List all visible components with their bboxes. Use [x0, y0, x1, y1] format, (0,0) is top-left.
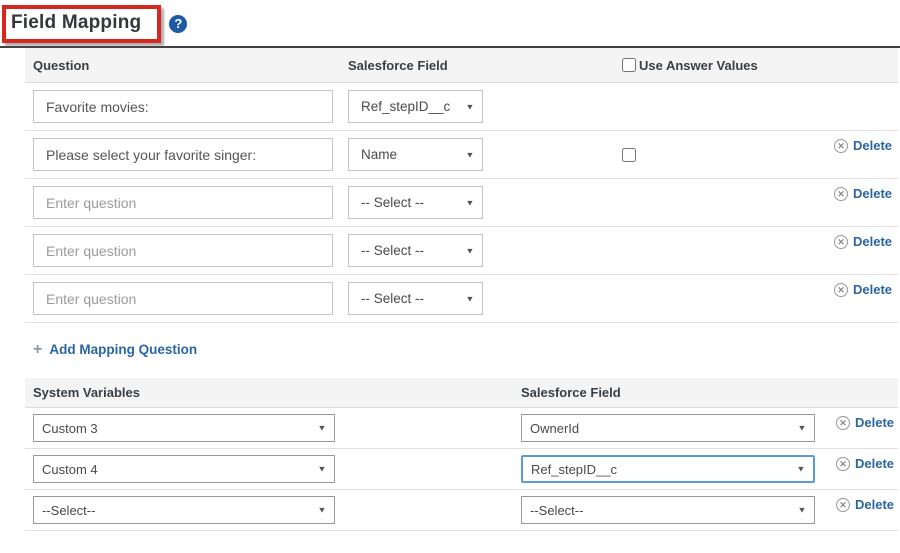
add-mapping-question-label: Add Mapping Question [49, 342, 197, 357]
salesforce-field-select-5[interactable]: -- Select -- [349, 283, 482, 314]
circle-x-icon: ✕ [836, 498, 850, 512]
system-variable-select-3[interactable]: --Select-- [34, 497, 334, 523]
system-variable-select-2[interactable]: Custom 4 [34, 456, 334, 482]
question-input-4[interactable] [33, 234, 333, 267]
salesforce-field-select-wrap-3: -- Select -- ▼ [348, 186, 483, 219]
question-input-5[interactable] [33, 282, 333, 315]
question-input-1[interactable] [33, 90, 333, 123]
system-row-1: Custom 3 ▼ OwnerId ▼ ✕ Delete [25, 408, 898, 449]
system-variable-select-1[interactable]: Custom 3 [34, 415, 334, 441]
question-row-1: Ref_stepID__c ▼ [25, 83, 898, 131]
salesforce-field-select-wrap-1: Ref_stepID__c ▼ [348, 90, 483, 123]
system-salesforce-field-select-wrap-3: --Select-- ▼ [521, 496, 815, 524]
plus-icon: + [33, 343, 42, 357]
delete-label: Delete [853, 234, 892, 249]
question-row-5: -- Select -- ▼ ✕ Delete [25, 275, 898, 323]
system-variable-select-wrap-1: Custom 3 ▼ [33, 414, 335, 442]
delete-label: Delete [855, 415, 894, 430]
salesforce-field-select-wrap-4: -- Select -- ▼ [348, 234, 483, 267]
salesforce-field-select-wrap-5: -- Select -- ▼ [348, 282, 483, 315]
salesforce-field-select-1[interactable]: Ref_stepID__c [349, 91, 482, 122]
salesforce-field-select-3[interactable]: -- Select -- [349, 187, 482, 218]
use-answer-values-header: Use Answer Values [622, 58, 834, 73]
system-salesforce-field-select-3[interactable]: --Select-- [522, 497, 814, 523]
use-answer-values-label: Use Answer Values [639, 58, 758, 73]
circle-x-icon: ✕ [834, 283, 848, 297]
delete-system-row-2-button[interactable]: ✕ Delete [836, 456, 894, 471]
system-row-3: --Select-- ▼ --Select-- ▼ ✕ Delete [25, 490, 898, 531]
question-row-3: -- Select -- ▼ ✕ Delete [25, 179, 898, 227]
circle-x-icon: ✕ [834, 235, 848, 249]
delete-question-row-2-button[interactable]: ✕ Delete [834, 138, 892, 153]
use-answer-values-header-checkbox[interactable] [622, 58, 636, 72]
salesforce-field-select-wrap-2: Name ▼ [348, 138, 483, 171]
question-input-2[interactable] [33, 138, 333, 171]
delete-label: Delete [853, 138, 892, 153]
help-icon[interactable]: ? [169, 15, 187, 33]
use-answer-values-checkbox-row-2[interactable] [622, 148, 636, 162]
salesforce-field-column-header: Salesforce Field [521, 385, 836, 400]
circle-x-icon: ✕ [834, 139, 848, 153]
system-table-header: System Variables Salesforce Field [25, 378, 898, 408]
system-salesforce-field-select-1[interactable]: OwnerId [522, 415, 814, 441]
add-mapping-question-button[interactable]: + Add Mapping Question [33, 342, 197, 357]
delete-question-row-4-button[interactable]: ✕ Delete [834, 234, 892, 249]
question-mapping-table: Question Salesforce Field Use Answer Val… [25, 48, 898, 323]
circle-x-icon: ✕ [836, 457, 850, 471]
delete-label: Delete [853, 282, 892, 297]
delete-label: Delete [853, 186, 892, 201]
salesforce-field-select-4[interactable]: -- Select -- [349, 235, 482, 266]
salesforce-field-column-header: Salesforce Field [348, 58, 622, 73]
system-row-2: Custom 4 ▼ Ref_stepID__c ▼ ✕ Delete [25, 449, 898, 490]
delete-system-row-3-button[interactable]: ✕ Delete [836, 497, 894, 512]
salesforce-field-select-2[interactable]: Name [349, 139, 482, 170]
question-row-4: -- Select -- ▼ ✕ Delete [25, 227, 898, 275]
question-row-2: Name ▼ ✕ Delete [25, 131, 898, 179]
system-variables-table: System Variables Salesforce Field Custom… [25, 378, 898, 531]
system-variable-select-wrap-2: Custom 4 ▼ [33, 455, 335, 483]
delete-system-row-1-button[interactable]: ✕ Delete [836, 415, 894, 430]
question-table-header: Question Salesforce Field Use Answer Val… [25, 48, 898, 83]
circle-x-icon: ✕ [834, 187, 848, 201]
delete-label: Delete [855, 456, 894, 471]
system-variable-select-wrap-3: --Select-- ▼ [33, 496, 335, 524]
circle-x-icon: ✕ [836, 416, 850, 430]
system-variables-column-header: System Variables [33, 385, 521, 400]
system-salesforce-field-select-wrap-2-focused: Ref_stepID__c ▼ [521, 455, 815, 483]
delete-question-row-3-button[interactable]: ✕ Delete [834, 186, 892, 201]
delete-label: Delete [855, 497, 894, 512]
question-input-3[interactable] [33, 186, 333, 219]
system-salesforce-field-select-2[interactable]: Ref_stepID__c [523, 457, 813, 481]
title-bar: Field Mapping ? [2, 5, 900, 43]
question-column-header: Question [33, 58, 348, 73]
page-title: Field Mapping [11, 12, 141, 33]
system-salesforce-field-select-wrap-1: OwnerId ▼ [521, 414, 815, 442]
delete-question-row-5-button[interactable]: ✕ Delete [834, 282, 892, 297]
annotation-red-box: Field Mapping [2, 5, 161, 43]
